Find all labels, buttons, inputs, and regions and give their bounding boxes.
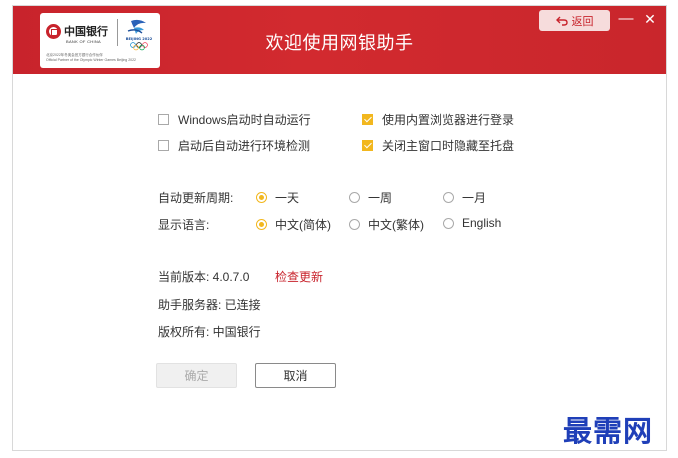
radio-update-month-label: 一月 (462, 191, 487, 205)
close-button[interactable]: ✕ (640, 9, 660, 29)
watermark-logo: 最需网 (563, 414, 654, 448)
checkbox-builtin-browser-label: 使用内置浏览器进行登录 (382, 113, 515, 127)
radio-lang-traditional-dot[interactable] (349, 219, 360, 230)
checkbox-builtin-browser[interactable]: 使用内置浏览器进行登录 (362, 111, 514, 128)
radio-update-day[interactable]: 一天 (256, 189, 299, 206)
check-update-link[interactable]: 检查更新 (275, 268, 323, 285)
radio-update-day-label: 一天 (275, 191, 300, 205)
back-label: 返回 (571, 15, 594, 28)
back-arrow-icon (555, 16, 568, 26)
logo-tagline-en: Official Partner of the Olympic Winter G… (46, 58, 137, 62)
radio-lang-simplified-dot[interactable] (256, 219, 267, 230)
radio-lang-simplified[interactable]: 中文(简体) (256, 216, 331, 233)
checkbox-builtin-browser-box[interactable] (362, 114, 373, 125)
app-title: 欢迎使用网银助手 (265, 33, 414, 53)
radio-lang-english-label: English (462, 216, 502, 230)
copyright-text: 版权所有: 中国银行 (158, 325, 261, 339)
language-label: 显示语言: (158, 218, 210, 232)
ok-button[interactable]: 确定 (156, 363, 237, 388)
back-button[interactable]: 返回 (539, 10, 610, 31)
radio-update-week[interactable]: 一周 (349, 189, 392, 206)
radio-update-day-dot[interactable] (256, 192, 267, 203)
checkbox-minimize-tray-label: 关闭主窗口时隐藏至托盘 (382, 139, 515, 153)
settings-content: Windows启动时自动运行 使用内置浏览器进行登录 启动后自动进行环境检测 关… (13, 74, 666, 452)
checkbox-env-check-label: 启动后自动进行环境检测 (178, 139, 311, 153)
radio-update-month-dot[interactable] (443, 192, 454, 203)
cancel-button[interactable]: 取消 (255, 363, 336, 388)
radio-lang-traditional[interactable]: 中文(繁体) (349, 216, 424, 233)
checkbox-minimize-tray-box[interactable] (362, 140, 373, 151)
checkbox-autorun[interactable]: Windows启动时自动运行 (158, 111, 311, 128)
radio-lang-english-dot[interactable] (443, 217, 454, 229)
checkbox-autorun-label: Windows启动时自动运行 (178, 113, 311, 127)
radio-update-week-dot[interactable] (349, 192, 360, 203)
title-bar[interactable]: 中国银行 BANK OF CHINA BEIJING 2022 北京2022年冬… (13, 6, 666, 74)
radio-update-month[interactable]: 一月 (443, 189, 486, 206)
version-text: 当前版本: 4.0.7.0 (158, 270, 250, 284)
checkbox-autorun-box[interactable] (158, 114, 169, 125)
radio-lang-traditional-label: 中文(繁体) (368, 218, 424, 232)
checkbox-env-check-box[interactable] (158, 140, 169, 151)
update-period-label: 自动更新周期: (158, 191, 234, 205)
checkbox-minimize-tray[interactable]: 关闭主窗口时隐藏至托盘 (362, 137, 514, 154)
radio-update-week-label: 一周 (368, 191, 393, 205)
settings-window: 中国银行 BANK OF CHINA BEIJING 2022 北京2022年冬… (12, 5, 667, 451)
server-status-text: 助手服务器: 已连接 (158, 298, 261, 312)
minimize-button[interactable]: — (616, 9, 636, 29)
radio-lang-simplified-label: 中文(简体) (275, 218, 331, 232)
checkbox-env-check[interactable]: 启动后自动进行环境检测 (158, 137, 310, 154)
radio-lang-english[interactable]: English (443, 216, 501, 230)
